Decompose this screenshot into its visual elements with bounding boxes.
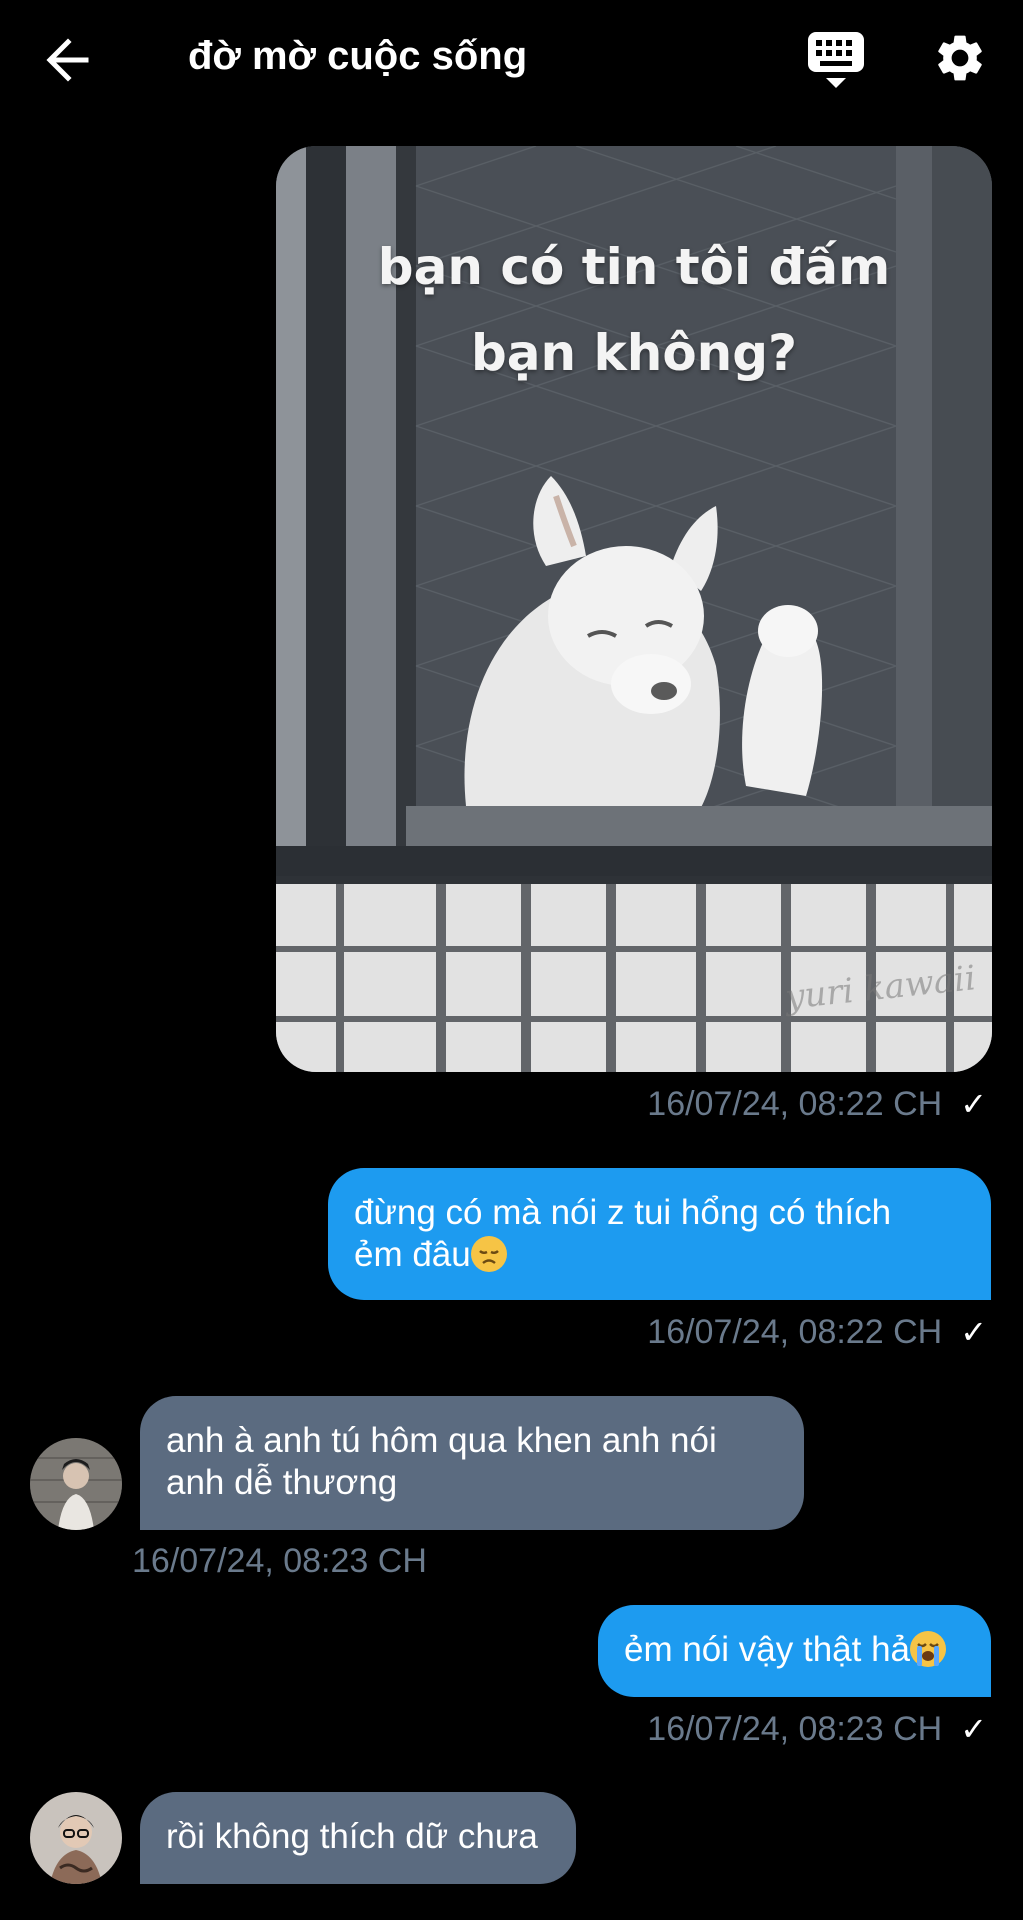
incoming-message-bubble[interactable]: rồi không thích dữ chưa: [140, 1792, 576, 1884]
contact-avatar[interactable]: [30, 1792, 122, 1884]
meme-image: [276, 146, 992, 1072]
keyboard-button[interactable]: [804, 28, 868, 92]
check-icon: ✓: [960, 1711, 987, 1747]
message-text-line: đừng có mà nói z tui hổng có thích: [354, 1193, 892, 1232]
timestamp-text: 16/07/24, 08:22 CH: [647, 1085, 943, 1123]
message-text-line: ẻm nói vậy thật hả: [624, 1630, 910, 1669]
message-timestamp: 16/07/24, 08:23 CH ✓: [647, 1710, 987, 1749]
incoming-message-bubble[interactable]: anh à anh tú hôm qua khen anh nói anh dễ…: [140, 1396, 804, 1530]
outgoing-message-bubble[interactable]: ẻm nói vậy thật hả: [598, 1605, 991, 1697]
avatar-image: [30, 1792, 122, 1884]
loudly-crying-face-icon: [910, 1631, 946, 1667]
chat-header: đờ mờ cuộc sống: [0, 0, 1023, 120]
image-message[interactable]: bạn có tin tôi đấm bạn không? yuri kawai…: [276, 146, 992, 1072]
message-text-line: anh à anh tú hôm qua khen anh nói: [166, 1421, 717, 1460]
timestamp-text: 16/07/24, 08:23 CH: [647, 1710, 943, 1748]
outgoing-message-bubble[interactable]: đừng có mà nói z tui hổng có thích ẻm đâ…: [328, 1168, 991, 1300]
message-timestamp: 16/07/24, 08:22 CH ✓: [647, 1313, 987, 1352]
message-text-line: anh dễ thương: [166, 1463, 398, 1502]
timestamp-text: 16/07/24, 08:22 CH: [647, 1313, 943, 1351]
keyboard-icon: [808, 32, 864, 88]
chat-title: đờ mờ cuộc sống: [188, 34, 528, 78]
message-timestamp: 16/07/24, 08:22 CH ✓: [647, 1085, 987, 1124]
timestamp-text: 16/07/24, 08:23 CH: [132, 1542, 427, 1580]
check-icon: ✓: [960, 1086, 987, 1122]
check-icon: ✓: [960, 1314, 987, 1350]
gear-icon: [938, 35, 982, 81]
message-timestamp: 16/07/24, 08:23 CH: [132, 1542, 427, 1581]
message-text-line: ẻm đâu: [354, 1235, 471, 1274]
disappointed-face-icon: [470, 1236, 507, 1272]
back-button[interactable]: [40, 32, 96, 88]
avatar-image: [30, 1438, 122, 1530]
settings-button[interactable]: [932, 30, 988, 86]
message-text-line: rồi không thích dữ chưa: [166, 1817, 538, 1856]
message-text-line-with-emoji: ẻm đâu: [354, 1234, 965, 1276]
arrow-left-icon: [46, 38, 89, 82]
contact-avatar[interactable]: [30, 1438, 122, 1530]
